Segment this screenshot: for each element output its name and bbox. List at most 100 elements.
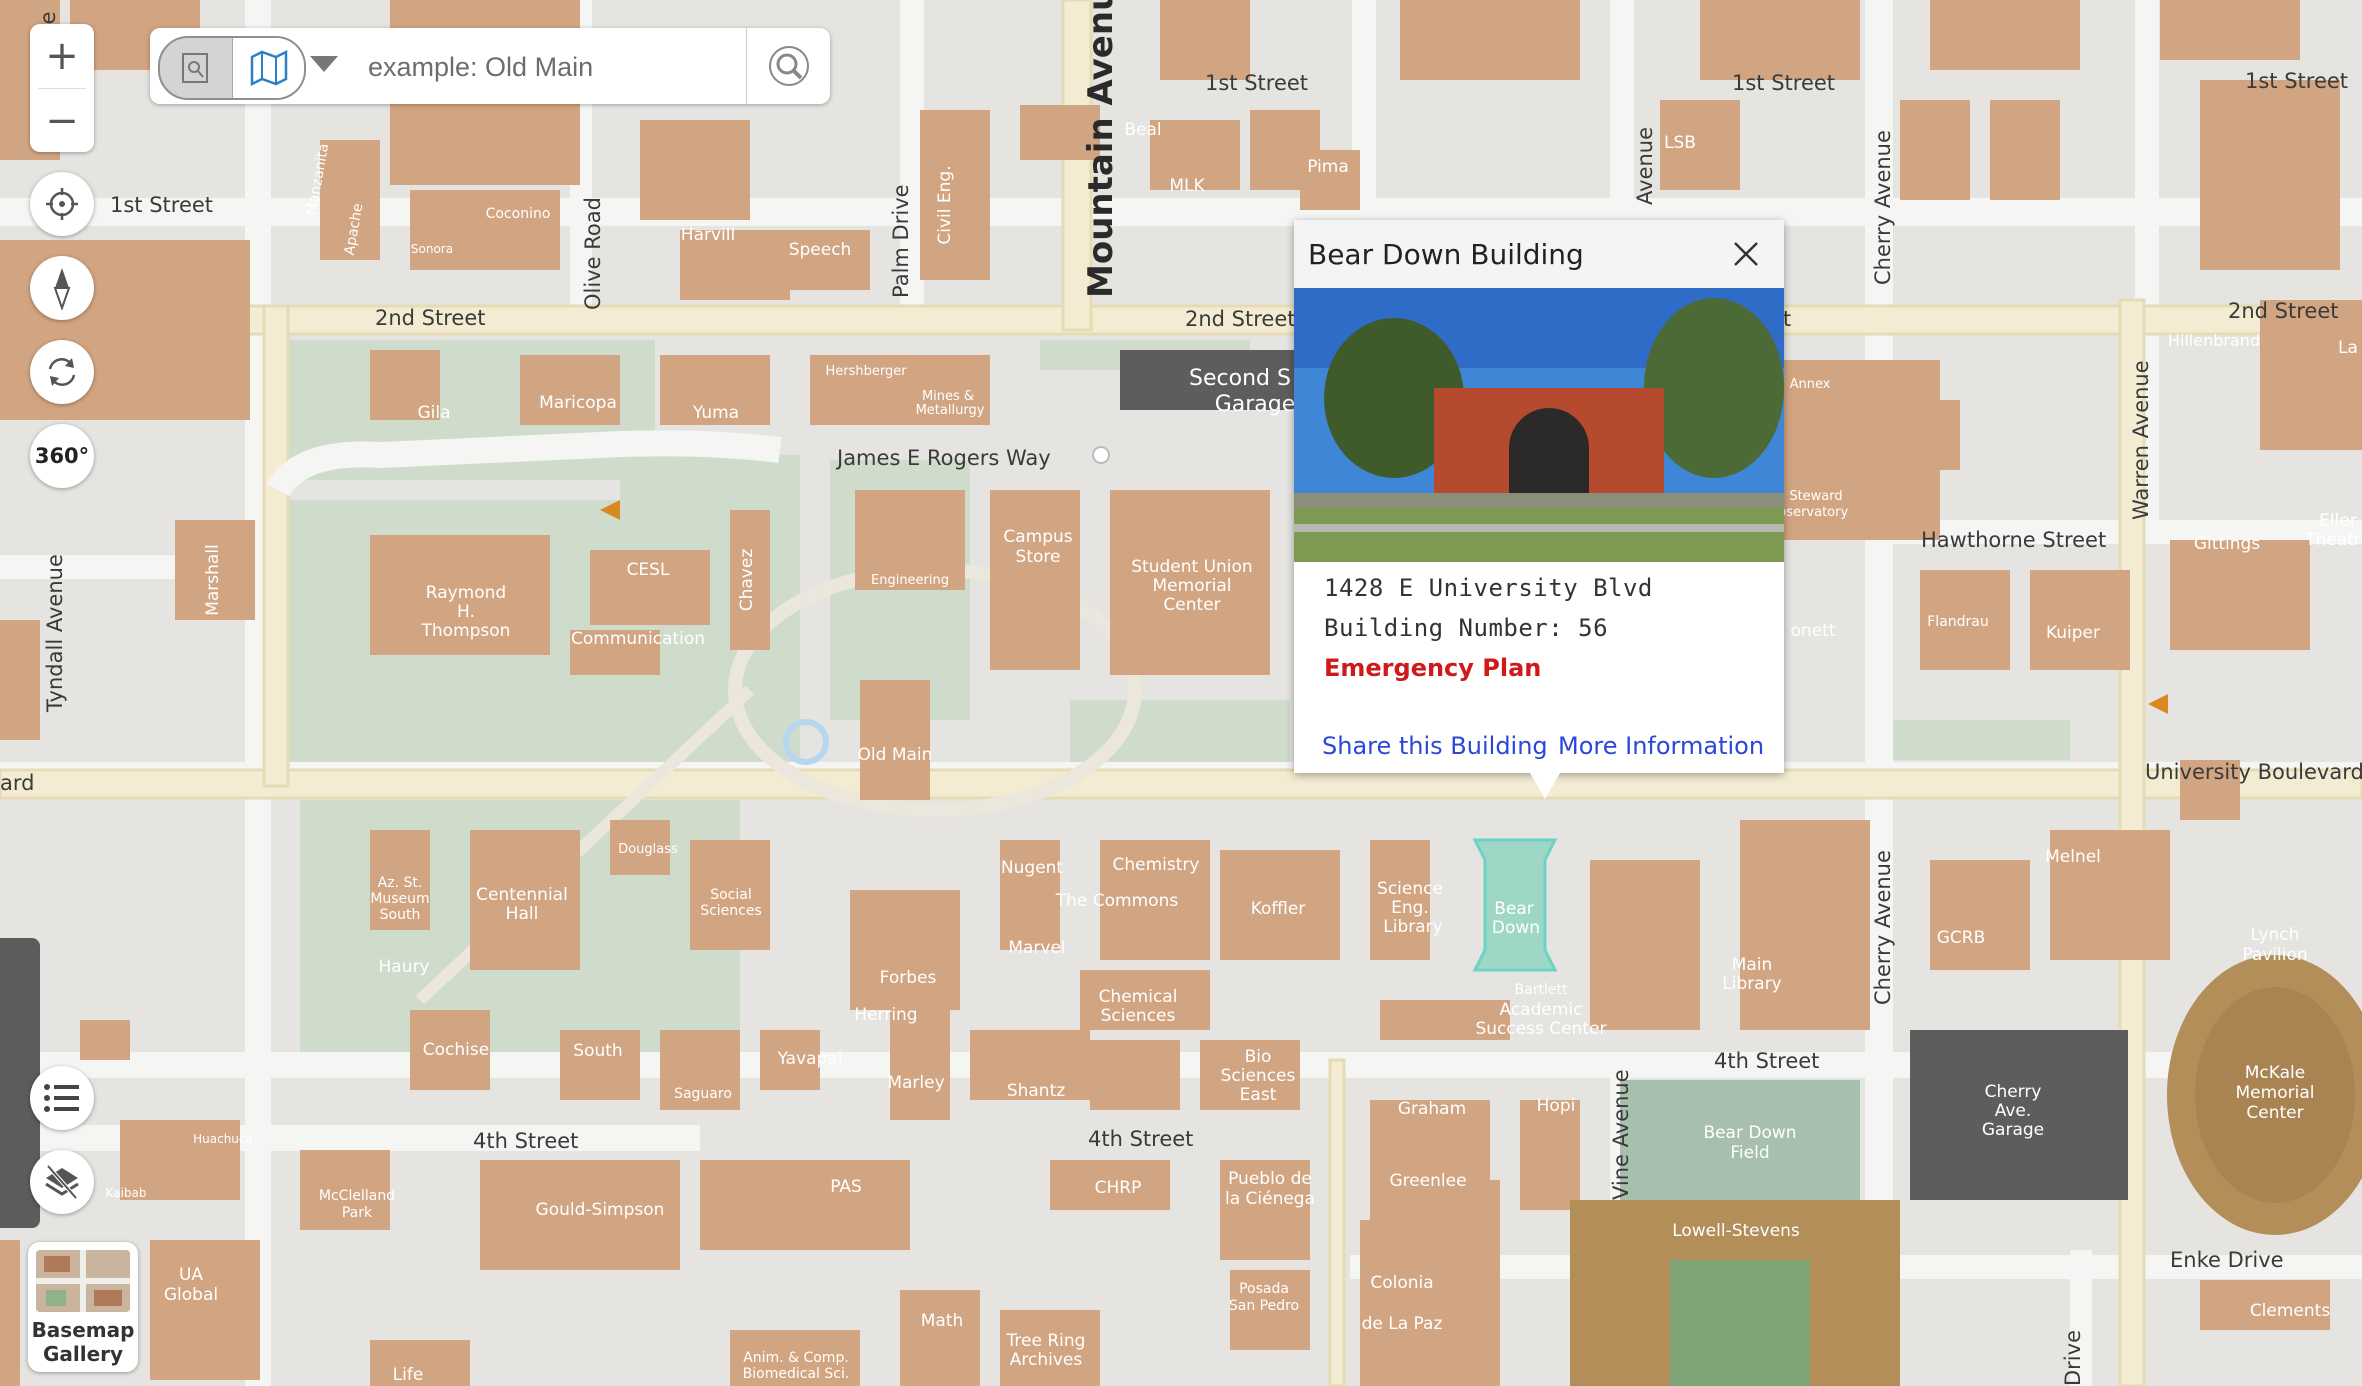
building-label: Lynch <box>2251 925 2300 945</box>
basemap-thumbnail <box>36 1250 130 1312</box>
locate-button[interactable] <box>30 172 94 236</box>
building-label: Douglass <box>618 842 678 857</box>
more-information-link[interactable]: More Information <box>1558 732 1764 760</box>
building-label: La <box>2338 338 2358 358</box>
building-label: CHRP <box>1095 1178 1142 1198</box>
compass-button[interactable] <box>30 256 94 320</box>
building-label: Az. St. <box>378 875 423 891</box>
building-label: San Pedro <box>1229 1298 1299 1314</box>
building-label: Civil Eng. <box>935 165 955 244</box>
building-label: Beal <box>1124 120 1161 140</box>
view-360-button[interactable]: 360° <box>30 424 94 488</box>
building-label: UA <box>179 1265 203 1285</box>
building-label: Greenlee <box>1389 1171 1466 1191</box>
share-building-link[interactable]: Share this Building <box>1322 732 1548 760</box>
popup-address: 1428 E University Blvd <box>1324 574 1653 602</box>
building-label: Pima <box>1307 157 1349 177</box>
building-label: Gittings <box>2194 534 2261 554</box>
building-label: Sciences <box>1221 1066 1296 1086</box>
street-label: 2nd Street <box>1185 307 1296 331</box>
layers-off-button[interactable] <box>30 1150 94 1214</box>
building-label: Field <box>1730 1143 1769 1163</box>
building-label: Garage <box>1215 392 1296 417</box>
building-label: Melnel <box>2045 847 2101 867</box>
building-label: Colonia <box>1370 1273 1433 1293</box>
building-label: Eng. <box>1391 898 1429 918</box>
popup-pointer <box>1530 773 1560 799</box>
building-label: The Commons <box>1055 891 1179 911</box>
building-label: Life <box>393 1365 424 1385</box>
building-label: Biomedical Sci. <box>743 1366 850 1382</box>
street-label: Drive <box>2061 1330 2085 1386</box>
building-label: Steward <box>1789 489 1842 504</box>
building-label: Forbes <box>880 968 937 988</box>
street-label: 4th Street <box>473 1129 578 1153</box>
building-label: Communication <box>571 629 705 649</box>
building-label: Store <box>1016 547 1061 567</box>
basemap-gallery-button[interactable]: Basemap Gallery <box>28 1242 138 1372</box>
popup-close-button[interactable] <box>1722 230 1770 278</box>
street-label: ard <box>0 771 34 795</box>
street-label: James E Rogers Way <box>835 446 1051 470</box>
plus-icon: + <box>45 33 79 79</box>
building-label: Clements <box>2250 1301 2331 1321</box>
building-label: Marshall <box>203 544 223 616</box>
building-label: South <box>380 907 421 923</box>
refresh-button[interactable] <box>30 340 94 404</box>
compass-icon <box>53 268 71 310</box>
close-icon <box>1734 242 1758 266</box>
list-icon <box>44 1084 79 1112</box>
building-label: Ave. <box>1995 1101 2032 1121</box>
street-label: 1st Street <box>110 193 213 217</box>
emergency-plan-link[interactable]: Emergency Plan <box>1324 654 1541 682</box>
building-label: Hall <box>506 904 539 924</box>
search-button[interactable] <box>746 28 831 104</box>
building-label: Sciences <box>1101 1006 1176 1026</box>
building-label: Old Main <box>858 745 933 765</box>
street-label: Palm Drive <box>889 184 913 298</box>
building-label: Kuiper <box>2046 623 2100 643</box>
building-label: Anim. & Comp. <box>743 1350 849 1366</box>
building-label: Eller <box>2319 511 2357 531</box>
building-label: Second S <box>1189 366 1291 391</box>
building-label: Science <box>1377 879 1443 899</box>
building-label: Kaibab <box>106 1186 147 1200</box>
building-label: Hillenbrand <box>2168 331 2260 350</box>
building-label: PAS <box>830 1177 862 1197</box>
building-label: Student Union <box>1131 557 1252 577</box>
street-label: Olive Road <box>581 197 605 310</box>
layer-list-button[interactable] <box>30 1066 94 1130</box>
building-label: Speech <box>789 240 852 260</box>
building-label: la Ciénega <box>1225 1189 1315 1209</box>
building-label: Nugent <box>1001 858 1064 878</box>
building-label: Library <box>1722 974 1781 994</box>
building-label: Campus <box>1003 527 1072 547</box>
building-label: Chavez <box>737 549 757 612</box>
campus-map[interactable]: 1st Street 1st Street 1st Street 1st Str… <box>0 0 2362 1386</box>
map-search-mode-button[interactable] <box>232 38 304 98</box>
building-label: Library <box>1383 917 1442 937</box>
crosshair-icon <box>46 188 78 220</box>
building-label: Thompson <box>421 621 511 641</box>
building-label: McClelland <box>319 1188 395 1204</box>
street-label: Cherry Avenue <box>1871 850 1895 1005</box>
street-label: 2nd Street <box>375 306 486 330</box>
building-label: Memorial <box>1153 576 1232 596</box>
zoom-out-button[interactable]: − <box>30 89 94 153</box>
building-label: Saguaro <box>674 1086 732 1102</box>
search-bar <box>150 28 880 104</box>
zoom-in-button[interactable]: + <box>30 24 94 88</box>
building-search-mode-button[interactable] <box>160 38 232 98</box>
building-label: Maricopa <box>539 393 617 413</box>
building-label: Annex <box>1790 377 1831 392</box>
chevron-down-icon[interactable] <box>310 56 338 72</box>
building-label: Center <box>2246 1103 2303 1123</box>
street-label: Mountain Avenue <box>1081 0 1121 298</box>
building-photo <box>1294 288 1784 562</box>
building-label: Flandrau <box>1927 614 1989 630</box>
building-label: Haury <box>378 957 429 977</box>
building-label: Hopi <box>1537 1096 1576 1116</box>
building-label: Gila <box>417 403 450 423</box>
street-label: 2nd Street <box>2228 299 2339 323</box>
street-label: Warren Avenue <box>2129 360 2153 520</box>
